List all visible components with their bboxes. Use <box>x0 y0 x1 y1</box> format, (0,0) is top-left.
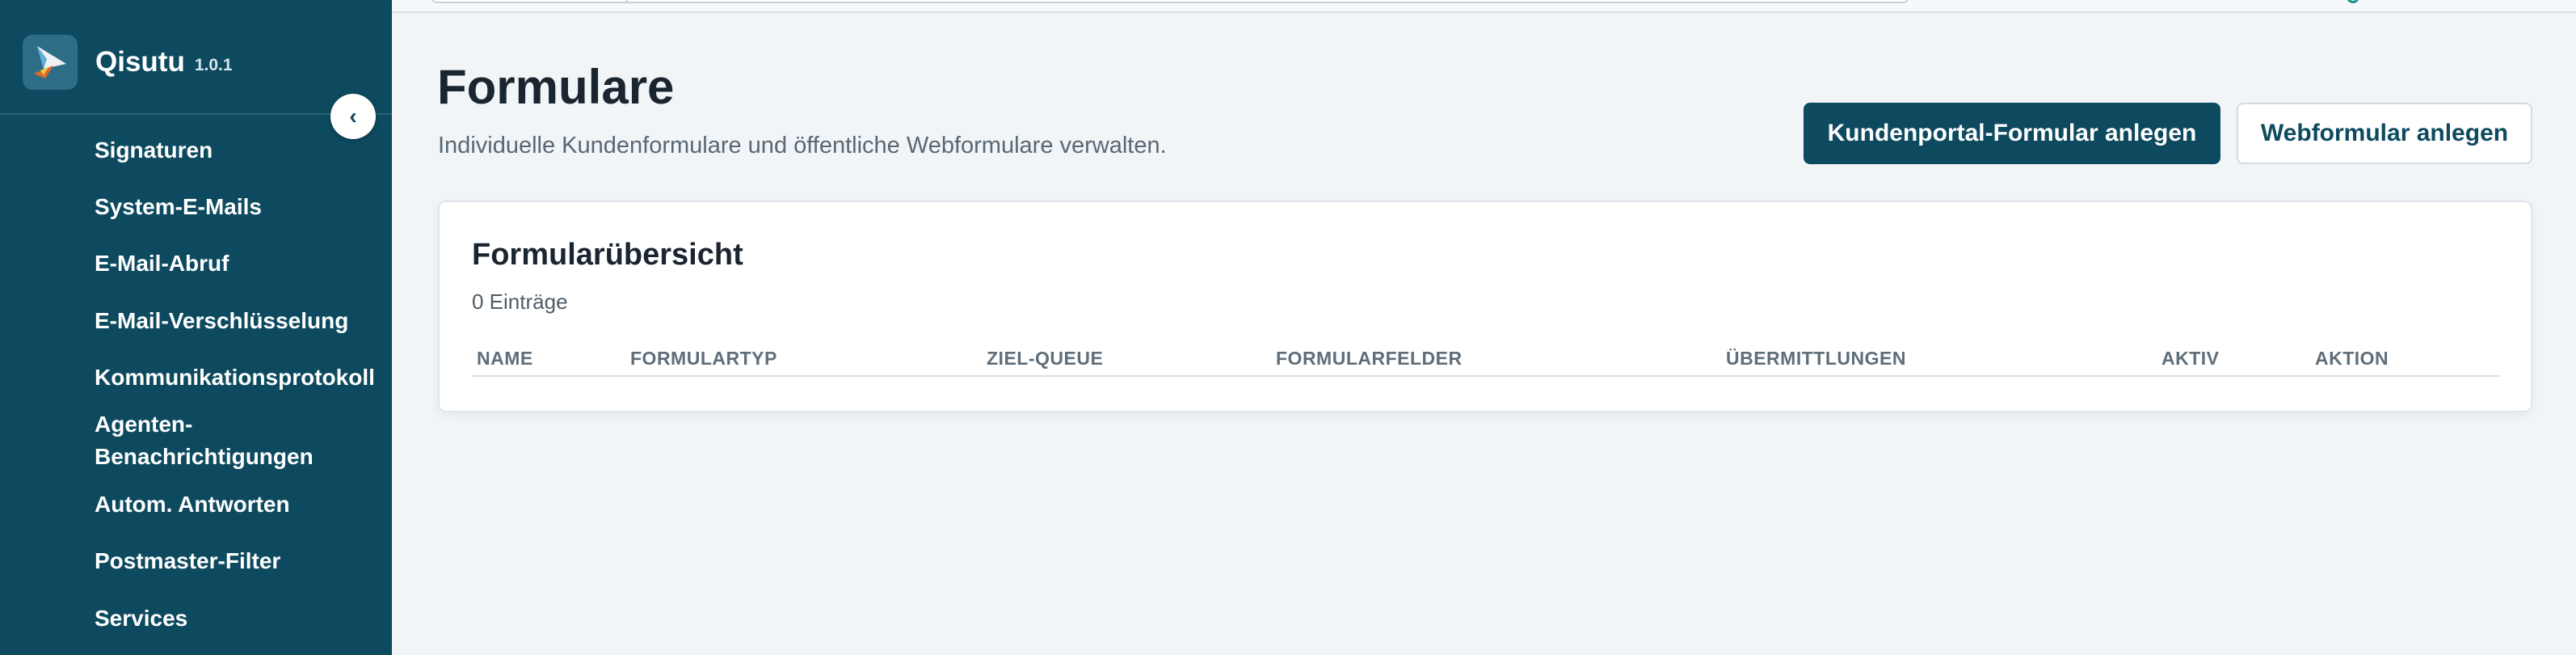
sidebar-item-agenten-benachrichtigungen[interactable]: Agenten- <box>95 408 192 441</box>
sidebar-item-e-mail-abruf[interactable]: E-Mail-Abruf <box>95 247 229 280</box>
top-bar <box>392 0 2576 13</box>
card-title: Formularübersicht <box>472 238 743 272</box>
sidebar: Qisutu 1.0.1 ‹ Signaturen System-E-Mails… <box>0 0 392 655</box>
create-customer-portal-form-button[interactable]: Kundenportal-Formular anlegen <box>1804 103 2220 164</box>
column-header-form-type[interactable]: FORMULARTYP <box>630 348 777 370</box>
app-version: 1.0.1 <box>194 56 233 74</box>
column-header-action: AKTION <box>2315 348 2389 369</box>
top-status-icon[interactable] <box>2347 0 2359 3</box>
page-subtitle: Individuelle Kundenformulare und öffentl… <box>438 133 1167 158</box>
table-header: NAME FORMULARTYP ZIEL-QUEUE FORMULARFELD… <box>472 343 2500 377</box>
entry-count: 0 Einträge <box>472 289 568 314</box>
sidebar-item-services[interactable]: Services <box>95 602 187 635</box>
sidebar-item-autom-antworten[interactable]: Autom. Antworten <box>95 488 290 521</box>
column-header-submissions[interactable]: ÜBERMITTLUNGEN <box>1726 348 1906 370</box>
chevron-left-icon: ‹ <box>349 104 357 129</box>
sidebar-item-kommunikationsprotokoll[interactable]: Kommunikationsprotokoll <box>95 361 375 394</box>
forms-overview-card: Formularübersicht 0 Einträge NAME FORMUL… <box>438 201 2532 412</box>
sidebar-item-agenten-benachrichtigungen-line2[interactable]: Benachrichtigungen <box>95 441 314 473</box>
sidebar-item-signaturen[interactable]: Signaturen <box>95 134 213 167</box>
app-name: Qisutu <box>95 46 185 78</box>
column-header-name[interactable]: NAME <box>477 348 533 370</box>
top-search-divider <box>626 0 628 3</box>
sidebar-collapse-button[interactable]: ‹ <box>330 94 376 139</box>
sidebar-item-e-mail-verschluesselung[interactable]: E-Mail-Verschlüsselung <box>95 305 348 337</box>
sidebar-item-postmaster-filter[interactable]: Postmaster-Filter <box>95 545 280 577</box>
column-header-active[interactable]: AKTIV <box>2161 348 2220 370</box>
top-search-field[interactable] <box>431 0 1909 3</box>
brand[interactable]: Qisutu 1.0.1 <box>23 32 233 92</box>
create-web-form-button[interactable]: Webformular anlegen <box>2237 103 2532 164</box>
column-header-target-queue[interactable]: ZIEL-QUEUE <box>987 348 1103 370</box>
page-title: Formulare <box>437 60 675 114</box>
column-header-form-fields[interactable]: FORMULARFELDER <box>1276 348 1463 370</box>
app-logo-icon <box>23 35 78 90</box>
sidebar-item-system-e-mails[interactable]: System-E-Mails <box>95 191 262 223</box>
